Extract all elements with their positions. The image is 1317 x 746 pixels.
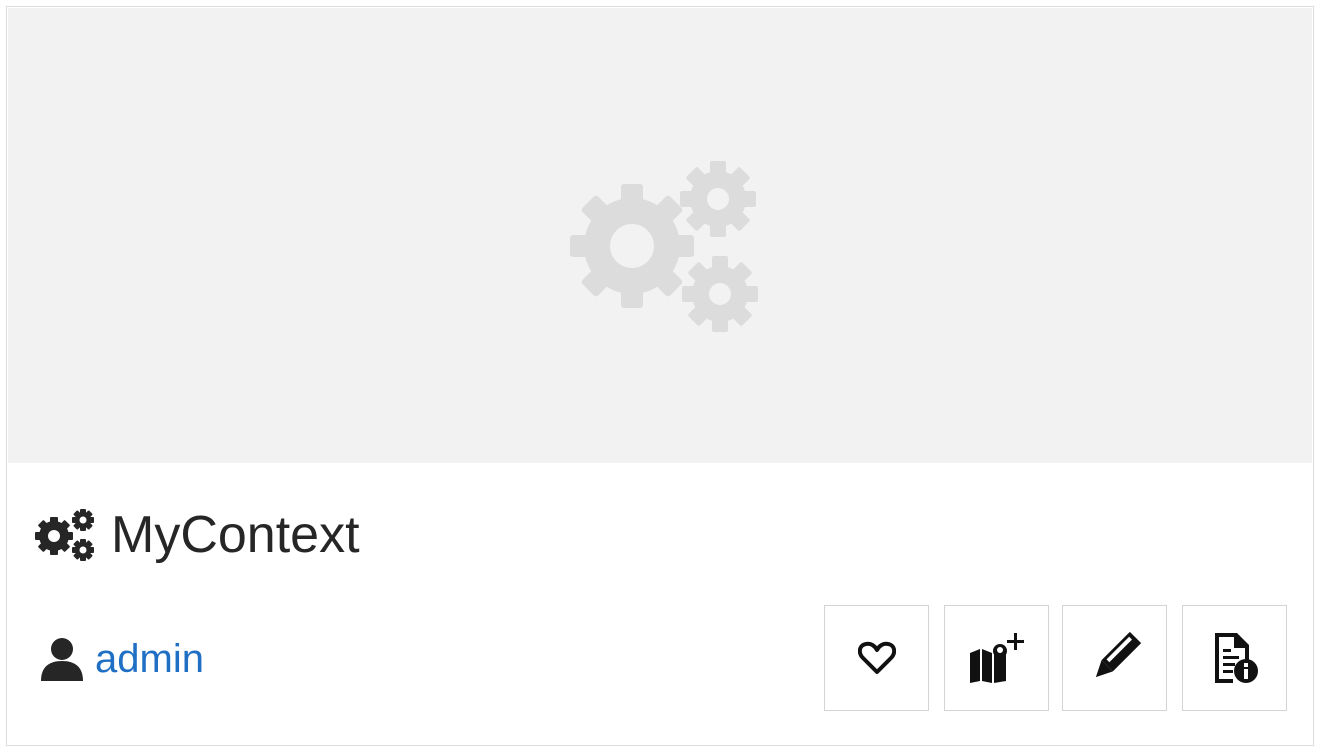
- heart-icon: [857, 641, 896, 674]
- card-title[interactable]: MyContext: [111, 509, 360, 561]
- gears-icon: [35, 509, 94, 561]
- card-thumbnail[interactable]: [8, 8, 1312, 463]
- document-info-icon: [1214, 633, 1258, 683]
- card-owner: admin: [41, 633, 204, 685]
- card-title-row: MyContext: [35, 503, 360, 567]
- gears-icon: [570, 161, 758, 332]
- favorite-button[interactable]: [824, 605, 929, 711]
- details-button[interactable]: [1182, 605, 1287, 711]
- owner-link[interactable]: admin: [95, 639, 204, 679]
- context-card: MyContext admin: [6, 6, 1314, 746]
- map-add-icon: [969, 633, 1024, 683]
- pencil-icon: [1095, 631, 1141, 678]
- edit-button[interactable]: [1062, 605, 1167, 711]
- add-map-button[interactable]: [944, 605, 1049, 711]
- user-icon: [41, 638, 83, 681]
